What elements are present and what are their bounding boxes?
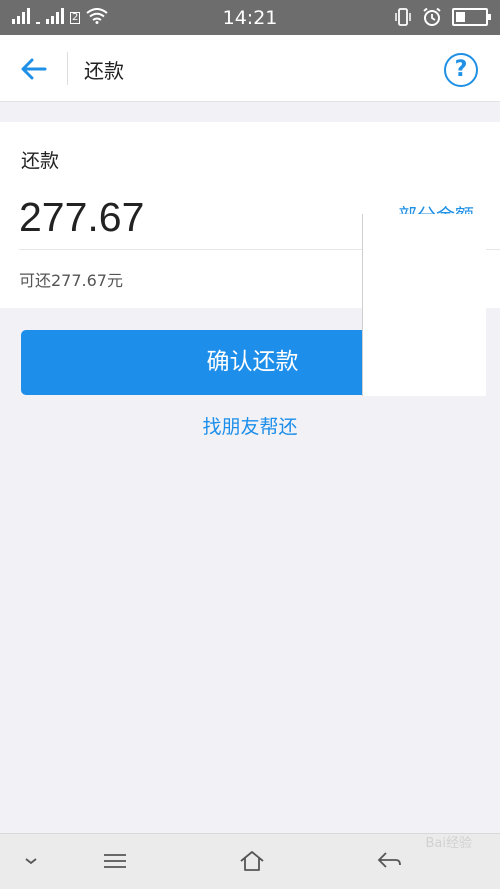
help-button[interactable]: ? [444,53,478,87]
status-bar: 2 14:21 [0,0,500,35]
bottom-nav: Bai经验 [0,833,500,889]
overlay-panel [362,214,486,396]
header-divider [67,52,68,85]
home-button[interactable] [235,846,269,876]
battery-icon [452,8,491,26]
status-right-icons [394,7,491,27]
alarm-icon [423,7,441,26]
vibrate-icon [395,8,411,26]
page-title: 还款 [84,59,124,83]
available-amount-text: 可还277.67元 [19,271,123,290]
question-circle-icon: ? [454,57,468,82]
amount-input[interactable] [19,188,359,246]
collapse-button[interactable] [14,846,48,876]
friend-help-repay-link[interactable]: 找朋友帮还 [0,412,500,439]
home-icon [240,851,264,871]
menu-button[interactable] [98,846,132,876]
header: 还款 ? [0,35,500,102]
repayment-label: 还款 [21,150,60,172]
back-button[interactable] [18,53,50,85]
watermark: Bai经验 [380,836,473,871]
menu-lines-icon [104,854,126,868]
arrow-left-icon [21,58,47,80]
watermark-text: Bai经验 [425,836,473,851]
chevron-down-icon [25,858,37,865]
friend-help-repay-label: 找朋友帮还 [202,416,298,438]
